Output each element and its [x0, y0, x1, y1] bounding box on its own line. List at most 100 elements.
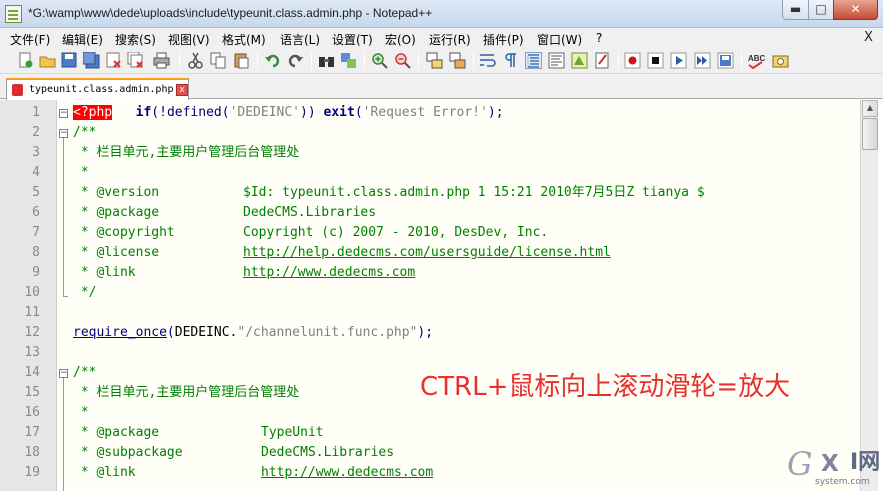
- watermark-cn: I网: [850, 450, 881, 475]
- doc-tag: * @copyright: [73, 225, 175, 240]
- record-macro-icon[interactable]: [624, 52, 641, 69]
- zoom-in-icon[interactable]: [371, 52, 388, 69]
- doc-tag: * @license: [73, 245, 160, 260]
- replace-icon[interactable]: [340, 52, 357, 69]
- new-file-icon[interactable]: [17, 52, 34, 69]
- cut-icon[interactable]: [187, 52, 204, 69]
- word-wrap-icon[interactable]: [479, 52, 496, 69]
- code-line-17: * @package TypeUnit: [73, 423, 324, 443]
- tab-close-icon[interactable]: x: [176, 84, 188, 96]
- show-all-chars-icon[interactable]: [502, 52, 519, 69]
- paste-icon[interactable]: [233, 52, 250, 69]
- scroll-up-icon[interactable]: ▲: [862, 100, 878, 117]
- doc-tag: * @link: [73, 465, 136, 480]
- code-line-10: */: [73, 285, 97, 300]
- doc-value: TypeUnit: [261, 425, 324, 440]
- play-macro-icon[interactable]: [670, 52, 687, 69]
- zoom-out-icon[interactable]: [394, 52, 411, 69]
- close-window-button[interactable]: ✕: [833, 0, 878, 20]
- unsaved-file-icon: [12, 84, 23, 96]
- notepadpp-icon[interactable]: [5, 5, 22, 23]
- doc-map-icon[interactable]: [571, 52, 588, 69]
- watermark-x: X: [821, 451, 839, 477]
- site-link[interactable]: http://www.dedecms.com: [243, 265, 415, 280]
- fold-line: [63, 378, 64, 491]
- title-bar: *G:\wamp\www\dede\uploads\include\typeun…: [0, 0, 883, 28]
- copy-icon[interactable]: [210, 52, 227, 69]
- code-line-19: * @link http://www.dedecms.com: [73, 463, 433, 483]
- menu-macro[interactable]: 宏(O): [385, 31, 416, 48]
- line-number: 13: [24, 345, 40, 360]
- license-link[interactable]: http://help.dedecms.com/usersguide/licen…: [243, 245, 611, 260]
- fold-toggle-icon[interactable]: −: [59, 369, 68, 378]
- code-editor[interactable]: 1 2 3 4 5 6 7 8 9 10 11 12 13 14 15 16 17 18 19 − − − <?ph…: [0, 100, 860, 491]
- watermark-logo: G X I网 system.com: [783, 444, 883, 491]
- menu-view[interactable]: 视图(V): [168, 31, 210, 48]
- watermark-domain: system.com: [815, 477, 870, 487]
- tab-typeunit-class-admin[interactable]: typeunit.class.admin.php x: [6, 78, 189, 100]
- spell-check-icon[interactable]: ABC: [748, 52, 768, 70]
- paren: (: [221, 105, 230, 120]
- menu-edit[interactable]: 编辑(E): [62, 31, 103, 48]
- scroll-thumb[interactable]: [862, 118, 878, 150]
- doc-value: DedeCMS.Libraries: [261, 445, 395, 460]
- doc-value: $Id: typeunit.class.admin.php 1 15:21 20…: [243, 185, 705, 200]
- find-icon[interactable]: [318, 52, 335, 69]
- code-line-3: * 栏目单元,主要用户管理后台管理处: [73, 145, 300, 160]
- save-all-icon[interactable]: [82, 51, 100, 69]
- paren: (: [166, 325, 175, 340]
- line-number: 2: [32, 125, 40, 140]
- close-icon[interactable]: [105, 52, 122, 69]
- open-file-icon[interactable]: [39, 52, 56, 69]
- function-list-icon[interactable]: [594, 52, 611, 69]
- save-macro-icon[interactable]: [717, 52, 734, 69]
- menu-language[interactable]: 语言(L): [280, 31, 320, 48]
- close-document-button[interactable]: X: [864, 30, 873, 45]
- stop-macro-icon[interactable]: [647, 52, 664, 69]
- spell-check-options-icon[interactable]: [772, 52, 789, 69]
- line-number: 17: [24, 425, 40, 440]
- string-literal: "/channelunit.func.php": [237, 325, 418, 340]
- run-macro-multiple-icon[interactable]: [694, 52, 711, 69]
- code-line-18: * @subpackage DedeCMS.Libraries: [73, 443, 394, 463]
- sync-horizontal-icon[interactable]: [449, 52, 466, 69]
- watermark-g: G: [787, 445, 813, 483]
- user-lang-icon[interactable]: [548, 52, 565, 69]
- const-dedeinc: DEDEINC: [174, 325, 230, 340]
- doc-tag: * @package: [73, 205, 160, 220]
- code-line-15: * 栏目单元,主要用户管理后台管理处: [73, 385, 300, 400]
- code-line-7: * @copyright Copyright (c) 2007 - 2010, D…: [73, 223, 548, 243]
- toolbar: ABC: [0, 48, 883, 74]
- close-all-icon[interactable]: [127, 51, 144, 69]
- sync-vertical-icon[interactable]: [426, 52, 443, 69]
- menu-search[interactable]: 搜索(S): [115, 31, 156, 48]
- paren: (: [151, 105, 160, 120]
- menu-settings[interactable]: 设置(T): [332, 31, 373, 48]
- menu-file[interactable]: 文件(F): [10, 31, 50, 48]
- menu-help[interactable]: ?: [596, 31, 602, 45]
- doc-tag: * @subpackage: [73, 445, 183, 460]
- redo-icon[interactable]: [287, 52, 304, 69]
- line-number: 14: [24, 365, 40, 380]
- menu-bar: 文件(F) 编辑(E) 搜索(S) 视图(V) 格式(M) 语言(L) 设置(T…: [0, 28, 883, 48]
- line-number: 1: [32, 105, 40, 120]
- line-number: 3: [32, 145, 40, 160]
- string-literal: 'Request Error!': [362, 105, 488, 120]
- line-number: 10: [24, 285, 40, 300]
- string-literal: 'DEDEINC': [229, 105, 301, 120]
- menu-window[interactable]: 窗口(W): [537, 31, 582, 48]
- indent-guide-icon[interactable]: [525, 52, 542, 69]
- fold-toggle-icon[interactable]: −: [59, 129, 68, 138]
- menu-run[interactable]: 运行(R): [429, 31, 471, 48]
- site-link[interactable]: http://www.dedecms.com: [261, 465, 433, 480]
- vertical-scrollbar[interactable]: ▲: [860, 100, 878, 491]
- print-icon[interactable]: [153, 52, 170, 69]
- code-line-2: /**: [73, 125, 97, 140]
- fold-toggle-icon[interactable]: −: [59, 109, 68, 118]
- maximize-button[interactable]: □: [808, 0, 834, 20]
- minimize-button[interactable]: ▬: [782, 0, 809, 20]
- undo-icon[interactable]: [264, 52, 281, 69]
- save-icon[interactable]: [61, 52, 78, 69]
- menu-format[interactable]: 格式(M): [222, 31, 266, 48]
- menu-plugins[interactable]: 插件(P): [483, 31, 524, 48]
